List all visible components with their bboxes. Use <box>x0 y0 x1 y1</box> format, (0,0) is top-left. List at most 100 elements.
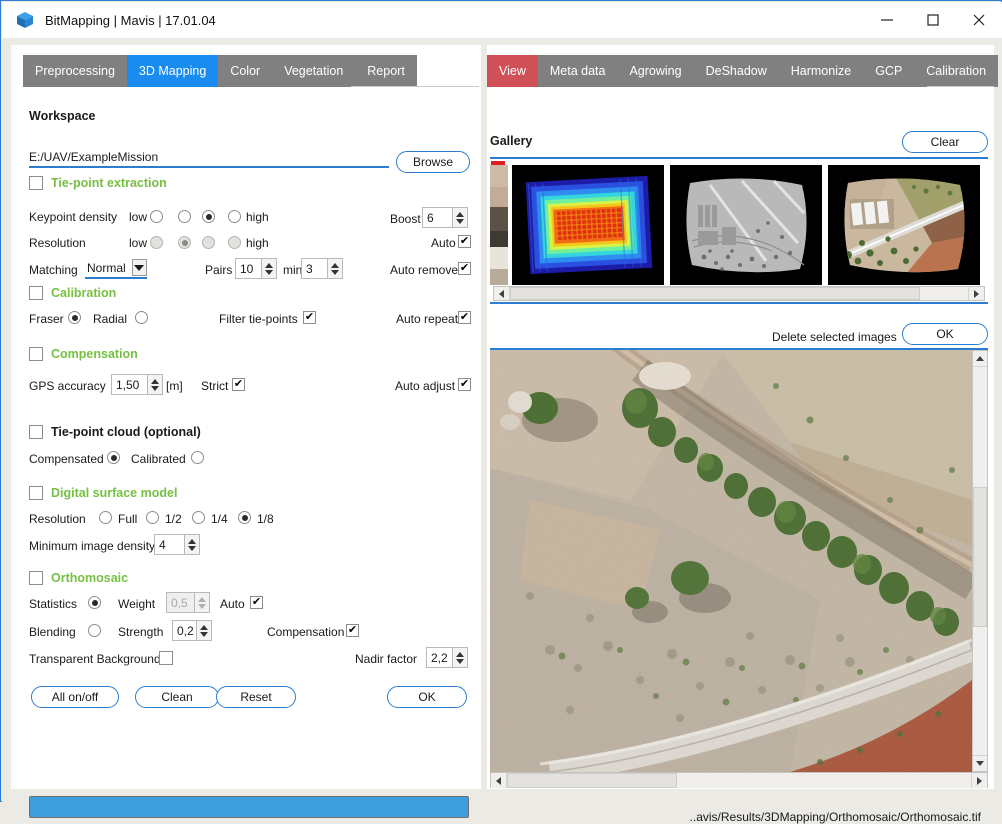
transparent-background-checkbox[interactable] <box>159 651 173 665</box>
ortho-auto-checkbox[interactable] <box>250 596 263 609</box>
nadir-factor-stepper[interactable]: 2,2 <box>426 647 468 668</box>
tab-view[interactable]: View <box>487 55 538 87</box>
tab-color[interactable]: Color <box>218 55 273 87</box>
gallery-scroll-track[interactable] <box>509 287 969 300</box>
minimize-button[interactable] <box>864 2 910 38</box>
min-stepper[interactable]: 3 <box>301 258 343 279</box>
statistics-radio[interactable] <box>88 596 101 609</box>
dsm-resolution-radio-quarter[interactable] <box>192 511 205 524</box>
compensated-radio[interactable] <box>107 451 120 464</box>
tab-vegetation[interactable]: Vegetation <box>272 55 356 87</box>
close-button[interactable] <box>956 2 1002 38</box>
gallery-item-257[interactable]: 257 <box>670 165 822 301</box>
orthomosaic-image <box>490 350 972 772</box>
calibration-checkbox[interactable] <box>29 286 43 300</box>
tab-agrowing[interactable]: Agrowing <box>617 55 694 87</box>
orthomosaic-checkbox[interactable] <box>29 571 43 585</box>
dsm-resolution-radio-eighth[interactable] <box>238 511 251 524</box>
resolution-radio-3[interactable] <box>202 236 215 249</box>
all-on-off-button[interactable]: All on/off <box>31 686 119 708</box>
boost-stepper[interactable]: 6 <box>422 207 468 228</box>
workspace-title: Workspace <box>29 109 96 123</box>
viewer-vscroll-track[interactable] <box>973 366 987 756</box>
auto-remove-checkbox[interactable] <box>458 262 471 275</box>
ok-button[interactable]: OK <box>387 686 467 708</box>
boost-stepper-buttons[interactable] <box>452 207 468 228</box>
fraser-radio[interactable] <box>68 311 81 324</box>
min-stepper-buttons[interactable] <box>327 258 343 279</box>
calibrated-radio[interactable] <box>191 451 204 464</box>
weight-value: 0,5 <box>166 592 194 613</box>
ortho-compensation-checkbox[interactable] <box>346 624 359 637</box>
filter-tiepoints-checkbox[interactable] <box>303 311 316 324</box>
viewer-hscrollbar[interactable] <box>490 772 988 788</box>
radial-radio[interactable] <box>135 311 148 324</box>
auto-checkbox[interactable] <box>458 235 471 248</box>
strength-stepper[interactable]: 0,2 <box>172 620 212 641</box>
tab-report[interactable]: Report <box>355 55 417 87</box>
gps-accuracy-stepper[interactable]: 1,50 <box>111 374 163 395</box>
tiepoint-extraction-checkbox[interactable] <box>29 176 43 190</box>
keypoint-density-radio-3[interactable] <box>202 210 215 223</box>
viewer-hscroll-track[interactable] <box>506 773 972 788</box>
dsm-resolution-radio-half[interactable] <box>146 511 159 524</box>
pairs-stepper-buttons[interactable] <box>261 258 277 279</box>
maximize-button[interactable] <box>910 2 956 38</box>
blending-radio[interactable] <box>88 624 101 637</box>
gallery-item-258[interactable]: 258 <box>828 165 980 301</box>
resolution-radio-2[interactable] <box>178 236 191 249</box>
min-image-density-stepper-buttons[interactable] <box>184 534 200 555</box>
delete-selected-ok-button[interactable]: OK <box>902 323 988 345</box>
reset-button[interactable]: Reset <box>216 686 296 708</box>
tab-harmonize[interactable]: Harmonize <box>778 55 864 87</box>
browse-button[interactable]: Browse <box>396 151 470 173</box>
tab-meta-data[interactable]: Meta data <box>537 55 618 87</box>
tiepoint-cloud-checkbox[interactable] <box>29 425 43 439</box>
weight-stepper-buttons[interactable] <box>194 592 210 613</box>
cube-icon <box>15 10 35 30</box>
gallery-scroll-right-button[interactable] <box>969 287 984 300</box>
gallery-scroll-thumb[interactable] <box>510 287 920 300</box>
auto-adjust-checkbox[interactable] <box>458 378 471 391</box>
tab-preprocessing[interactable]: Preprocessing <box>23 55 127 87</box>
workspace-path-input[interactable]: E:/UAV/ExampleMission <box>29 146 389 168</box>
nadir-factor-stepper-buttons[interactable] <box>452 647 468 668</box>
keypoint-density-radio-1[interactable] <box>150 210 163 223</box>
keypoint-density-radio-4[interactable] <box>228 210 241 223</box>
viewer-vscrollbar[interactable] <box>972 350 988 772</box>
viewer-scroll-up-button[interactable] <box>973 351 987 366</box>
tab-3d-mapping[interactable]: 3D Mapping <box>126 55 219 87</box>
viewer-hscroll-thumb[interactable] <box>507 773 677 788</box>
dsm-checkbox[interactable] <box>29 486 43 500</box>
resolution-radio-4[interactable] <box>228 236 241 249</box>
min-image-density-stepper[interactable]: 4 <box>154 534 200 555</box>
dsm-resolution-radio-full[interactable] <box>99 511 112 524</box>
clean-button[interactable]: Clean <box>135 686 219 708</box>
viewer-scroll-left-button[interactable] <box>491 773 506 788</box>
strict-checkbox[interactable] <box>232 378 245 391</box>
resolution-radio-1[interactable] <box>150 236 163 249</box>
clear-button[interactable]: Clear <box>902 131 988 153</box>
gallery-hscrollbar[interactable] <box>493 286 985 301</box>
pairs-stepper[interactable]: 10 <box>235 258 277 279</box>
viewer-scroll-down-button[interactable] <box>973 756 987 771</box>
gallery-scroll-left-button[interactable] <box>494 287 509 300</box>
tab-calibration[interactable]: Calibration <box>914 55 999 87</box>
viewer-hscroll-spacer <box>807 773 947 788</box>
auto-repeat-checkbox[interactable] <box>458 311 471 324</box>
tab-gcp[interactable]: GCP <box>863 55 915 87</box>
viewer-scroll-right-button[interactable] <box>972 773 987 788</box>
matching-underline <box>85 277 147 279</box>
gallery-item-256[interactable]: 256 <box>512 165 664 301</box>
tab-deshadow[interactable]: DeShadow <box>693 55 779 87</box>
tab-label: View <box>499 64 526 78</box>
compensation-checkbox[interactable] <box>29 347 43 361</box>
weight-stepper[interactable]: 0,5 <box>166 592 210 613</box>
gps-accuracy-stepper-buttons[interactable] <box>147 374 163 395</box>
keypoint-density-radio-2[interactable] <box>178 210 191 223</box>
matching-dropdown[interactable]: Normal <box>85 259 147 279</box>
strength-stepper-buttons[interactable] <box>196 620 212 641</box>
gallery-item-partial[interactable] <box>490 161 508 285</box>
viewer-vscroll-thumb[interactable] <box>973 487 987 627</box>
image-viewer[interactable] <box>490 348 988 788</box>
